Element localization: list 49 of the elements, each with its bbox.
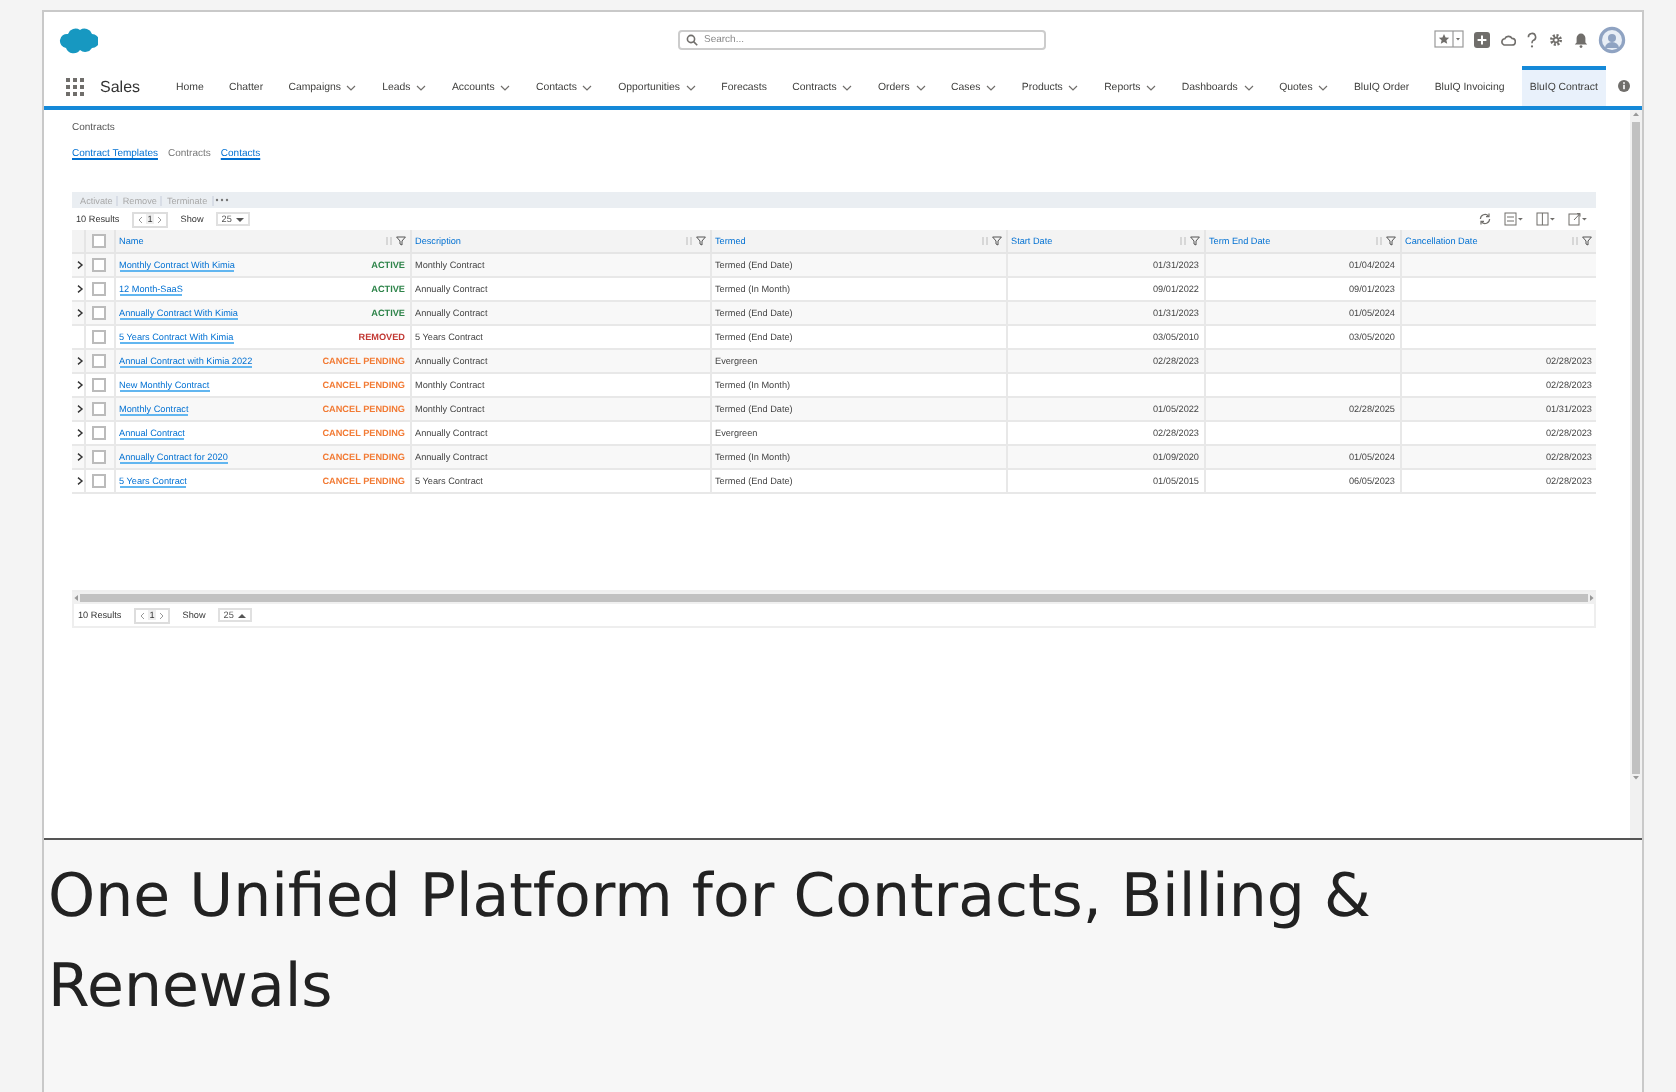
filter-icon <box>1385 236 1395 246</box>
expand-icon[interactable] <box>76 260 84 270</box>
scroll-right-icon <box>1588 594 1596 602</box>
row-checkbox[interactable] <box>92 474 106 488</box>
columns-icon[interactable] <box>1536 212 1556 226</box>
settings-icon[interactable] <box>1548 31 1564 47</box>
filter-icon <box>695 236 705 246</box>
app-launcher-icon[interactable] <box>66 77 84 95</box>
row-checkbox[interactable] <box>92 378 106 392</box>
cloud-logo <box>58 25 98 53</box>
scroll-left-icon <box>72 594 80 602</box>
filter-icon <box>991 236 1001 246</box>
horizontal-scrollbar[interactable] <box>72 592 1596 604</box>
row-checkbox[interactable] <box>92 330 106 344</box>
row-checkbox[interactable] <box>92 282 106 296</box>
app-name: Sales <box>100 77 141 95</box>
plus-icon[interactable] <box>1474 31 1490 47</box>
row-checkbox[interactable] <box>92 354 106 368</box>
expand-icon[interactable] <box>76 284 84 294</box>
expand-icon[interactable] <box>76 476 84 486</box>
caption-text: One Unified Platform for Contracts, Billing & Renewals <box>46 860 1373 1026</box>
expand-icon[interactable] <box>76 308 84 318</box>
list-view-icon[interactable] <box>1504 212 1524 226</box>
row-checkbox[interactable] <box>92 402 106 416</box>
export-icon[interactable] <box>1568 212 1588 226</box>
row-checkbox[interactable] <box>92 306 106 320</box>
caret-up-icon <box>237 611 246 619</box>
refresh-icon[interactable] <box>1478 212 1492 226</box>
vertical-scrollbar[interactable] <box>1630 110 1642 838</box>
filter-icon <box>1582 236 1592 246</box>
search-icon <box>686 33 698 45</box>
filter-icon <box>395 236 405 246</box>
expand-icon[interactable] <box>76 380 84 390</box>
caret-down-icon <box>235 215 244 223</box>
row-checkbox[interactable] <box>92 426 106 440</box>
expand-icon[interactable] <box>76 404 84 414</box>
notification-bell-icon[interactable] <box>1574 31 1588 47</box>
help-icon[interactable] <box>1526 31 1538 47</box>
cloud-icon[interactable] <box>1500 31 1516 47</box>
row-checkbox[interactable] <box>92 258 106 272</box>
expand-icon[interactable] <box>76 356 84 366</box>
info-icon[interactable] <box>1618 80 1630 92</box>
expand-icon[interactable] <box>76 452 84 462</box>
filter-icon <box>1189 236 1199 246</box>
favorites-icon[interactable] <box>1434 30 1464 48</box>
row-checkbox[interactable] <box>92 450 106 464</box>
avatar-icon[interactable] <box>1598 25 1626 53</box>
expand-icon[interactable] <box>76 428 84 438</box>
select-all-checkbox[interactable] <box>92 234 106 248</box>
